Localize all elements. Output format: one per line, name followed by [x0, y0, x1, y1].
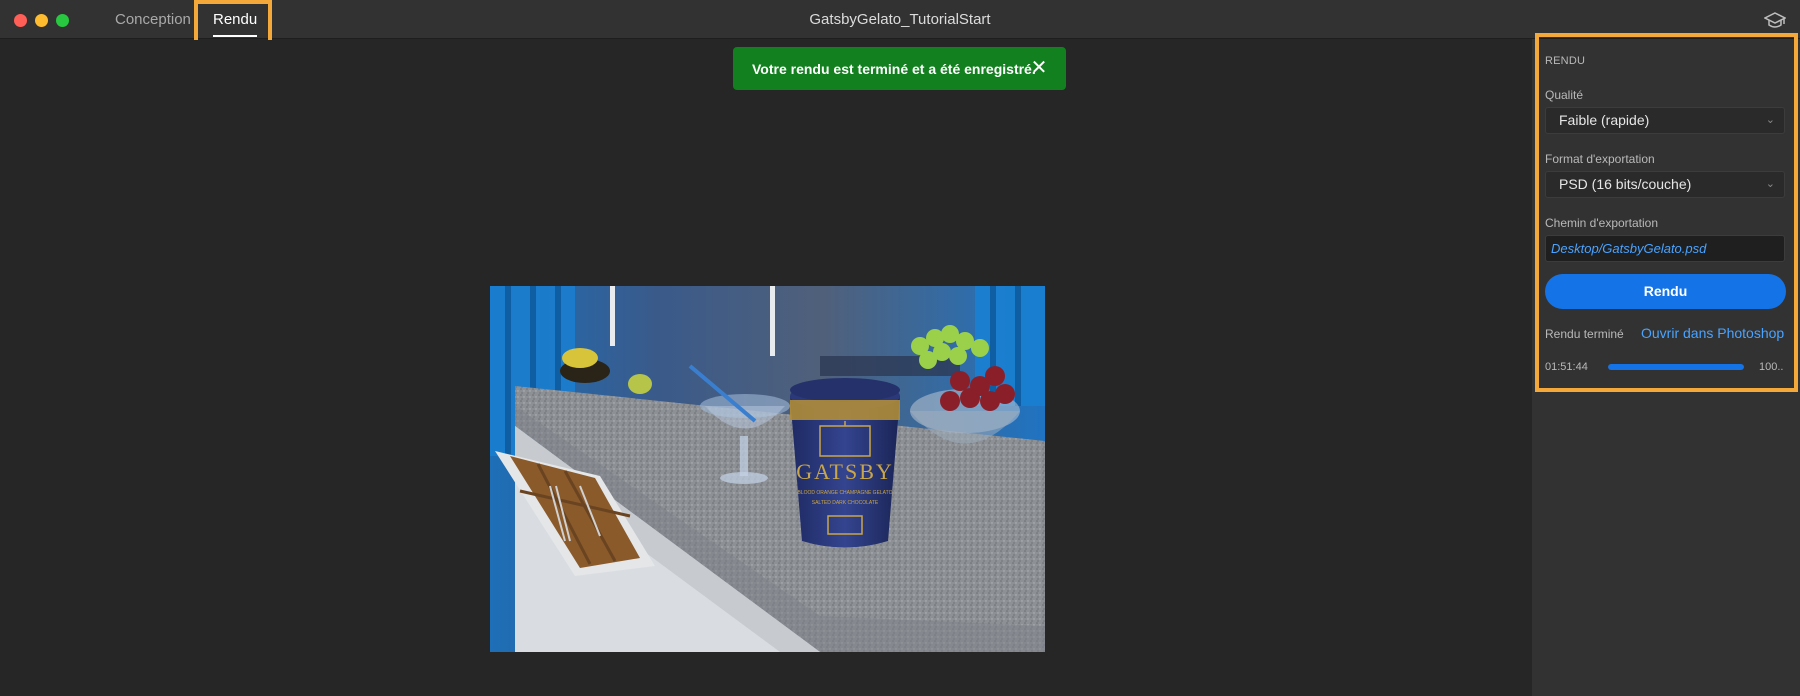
render-progress-fill — [1608, 364, 1744, 370]
export-format-value: PSD (16 bits/couche) — [1559, 176, 1692, 192]
export-format-select[interactable]: PSD (16 bits/couche) ⌄ — [1545, 171, 1785, 198]
export-path-label: Chemin d'exportation — [1545, 216, 1659, 230]
tab-rendu-label: Rendu — [213, 11, 258, 28]
title-bar: Conception Rendu GatsbyGelato_TutorialSt… — [0, 0, 1800, 39]
render-button[interactable]: Rendu — [1545, 274, 1786, 309]
window-minimize-button[interactable] — [35, 14, 48, 27]
quality-label: Qualité — [1545, 88, 1584, 102]
toast-message: Votre rendu est terminé et a été enregis… — [752, 60, 1036, 77]
quality-select[interactable]: Faible (rapide) ⌄ — [1545, 107, 1785, 134]
chevron-down-icon: ⌄ — [1765, 178, 1775, 190]
window-title: GatsbyGelato_TutorialStart — [809, 11, 991, 28]
quality-value: Faible (rapide) — [1559, 112, 1650, 128]
product-brand-text: GATSBY — [796, 459, 894, 484]
success-toast: Votre rendu est terminé et a été enregis… — [733, 47, 1066, 90]
render-status-text: Rendu terminé — [1545, 327, 1624, 341]
tab-rendu[interactable]: Rendu — [213, 0, 258, 39]
chevron-down-icon: ⌄ — [1765, 114, 1775, 126]
close-icon[interactable]: ✕ — [1027, 56, 1051, 80]
render-progress-bar — [1608, 364, 1744, 370]
window-maximize-button[interactable] — [56, 14, 69, 27]
product-subtitle-text: SALTED DARK CHOCOLATE — [812, 500, 879, 506]
render-preview-image: GATSBY BLOOD ORANGE CHAMPAGNE GELATO SAL… — [490, 286, 1045, 652]
export-path-field[interactable]: Desktop/GatsbyGelato.psd — [1545, 235, 1785, 262]
render-scene-illustration: GATSBY BLOOD ORANGE CHAMPAGNE GELATO SAL… — [490, 286, 1045, 652]
panel-section-title: RENDU — [1545, 55, 1586, 67]
render-progress-percent: 100.. — [1759, 361, 1784, 373]
product-flavor-text: BLOOD ORANGE CHAMPAGNE GELATO — [797, 490, 892, 496]
tab-active-underline — [213, 35, 258, 37]
window-close-button[interactable] — [14, 14, 27, 27]
export-format-label: Format d'exportation — [1545, 152, 1655, 166]
tab-conception[interactable]: Conception — [115, 0, 191, 39]
graduation-cap-icon[interactable] — [1764, 10, 1786, 30]
elapsed-time: 01:51:44 — [1545, 361, 1588, 373]
open-in-photoshop-link[interactable]: Ouvrir dans Photoshop — [1641, 325, 1784, 341]
